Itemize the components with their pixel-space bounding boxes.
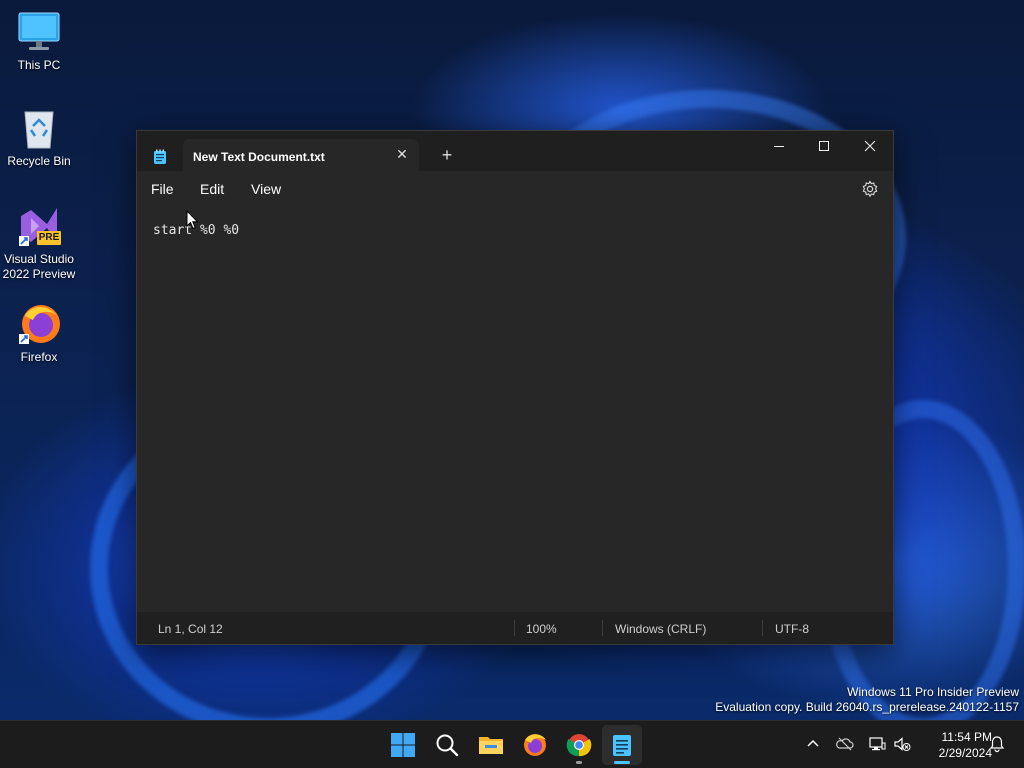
notepad-window: New Text Document.txt ✕ + File Edit View…	[136, 130, 894, 645]
notification-bell-icon[interactable]	[988, 735, 1006, 753]
mouse-pointer-icon	[186, 209, 200, 230]
watermark-line-1: Windows 11 Pro Insider Preview	[847, 685, 1019, 699]
folder-icon	[479, 737, 503, 754]
search-icon	[436, 734, 459, 757]
notepad-icon	[613, 735, 631, 756]
settings-gear-icon[interactable]	[861, 180, 879, 198]
zoom-level[interactable]: 100%	[526, 622, 557, 636]
desktop-icon-recycle-bin[interactable]: Recycle Bin	[0, 106, 78, 169]
notepad-app-icon	[153, 149, 167, 165]
maximize-icon	[819, 141, 829, 151]
tab-document[interactable]: New Text Document.txt ✕	[183, 139, 419, 173]
file-explorer-button[interactable]	[477, 731, 505, 759]
chevron-up-icon[interactable]	[804, 735, 822, 753]
status-divider	[514, 620, 515, 636]
desktop-icon-label: Firefox	[20, 350, 58, 364]
clock-date: 2/29/2024	[938, 746, 992, 760]
visual-studio-icon: PRE	[17, 204, 61, 248]
new-tab-button[interactable]: +	[437, 145, 457, 165]
active-indicator	[614, 761, 630, 764]
onedrive-offline-icon[interactable]	[836, 735, 854, 753]
desktop-icon-label: Recycle Bin	[7, 154, 71, 168]
desktop-icon-visual-studio[interactable]: PRE Visual Studio 2022 Preview	[0, 204, 78, 282]
minimize-icon	[774, 146, 784, 147]
text-editor[interactable]: start %0 %0	[137, 207, 893, 612]
network-icon[interactable]	[868, 735, 886, 753]
desktop-icon-this-pc[interactable]: This PC	[0, 10, 78, 73]
notepad-taskbar-icon	[608, 731, 636, 759]
close-window-button[interactable]	[847, 131, 893, 161]
monitor-icon	[17, 10, 61, 54]
label-line-2: 2022 Preview	[2, 267, 76, 281]
system-clock[interactable]: 11:54 PM 2/29/2024	[920, 729, 992, 761]
minimize-button[interactable]	[756, 131, 802, 161]
menu-bar: File Edit View	[137, 171, 893, 207]
chrome-taskbar-button[interactable]	[565, 731, 593, 759]
recycle-bin-icon	[17, 106, 61, 150]
firefox-icon	[17, 302, 61, 346]
desktop-icon-label: This PC	[17, 58, 61, 72]
encoding[interactable]: UTF-8	[775, 622, 809, 636]
evaluation-watermark: Windows 11 Pro Insider Preview Evaluatio…	[715, 685, 1019, 715]
tab-title: New Text Document.txt	[193, 150, 325, 164]
desktop-icon-firefox[interactable]: Firefox	[0, 302, 78, 365]
preview-badge: PRE	[38, 232, 60, 243]
close-tab-icon[interactable]: ✕	[393, 145, 411, 163]
chrome-icon	[566, 734, 592, 757]
desktop-icon-label: Visual Studio 2022 Preview	[0, 252, 78, 282]
cursor-position: Ln 1, Col 12	[158, 622, 223, 636]
menu-file[interactable]: File	[151, 181, 174, 197]
firefox-taskbar-button[interactable]	[521, 731, 549, 759]
maximize-button[interactable]	[801, 131, 847, 161]
status-divider	[762, 620, 763, 636]
firefox-icon	[524, 734, 546, 756]
search-button[interactable]	[433, 731, 461, 759]
status-divider	[602, 620, 603, 636]
close-icon	[864, 140, 876, 152]
clock-time: 11:54 PM	[941, 730, 992, 744]
windows-logo-icon	[391, 733, 415, 757]
volume-muted-icon[interactable]	[893, 735, 911, 753]
start-button[interactable]	[389, 731, 417, 759]
watermark-line-2: Evaluation copy. Build 26040.rs_prerelea…	[715, 700, 1019, 714]
status-bar: Ln 1, Col 12 100% Windows (CRLF) UTF-8	[137, 612, 893, 644]
running-indicator	[576, 761, 582, 764]
menu-edit[interactable]: Edit	[200, 181, 224, 197]
menu-view[interactable]: View	[251, 181, 281, 197]
title-bar[interactable]: New Text Document.txt ✕ +	[137, 131, 893, 173]
line-ending[interactable]: Windows (CRLF)	[615, 622, 706, 636]
label-line-1: Visual Studio	[4, 252, 74, 266]
taskbar: 11:54 PM 2/29/2024	[0, 720, 1024, 768]
